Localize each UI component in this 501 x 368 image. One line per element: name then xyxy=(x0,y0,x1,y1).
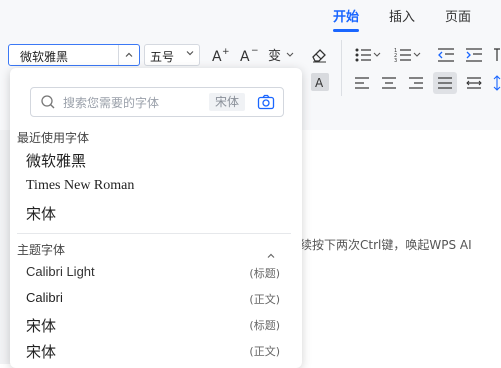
line-spacing-icon[interactable] xyxy=(492,73,501,93)
tab-home[interactable]: 开始 xyxy=(333,6,359,25)
divider xyxy=(341,40,342,96)
font-option[interactable]: 宋体 xyxy=(26,203,56,224)
svg-text:A: A xyxy=(315,76,324,89)
font-option[interactable]: 微软雅黑 xyxy=(26,150,86,171)
svg-text:A: A xyxy=(212,49,222,63)
font-dropdown-panel: 宋体 最近使用字体 微软雅黑 Times New Roman 宋体 主题字体 C… xyxy=(10,68,302,368)
phonetic-guide-icon[interactable]: 变 xyxy=(266,45,298,65)
active-tab-indicator xyxy=(333,29,359,32)
section-divider xyxy=(17,233,291,234)
svg-text:A: A xyxy=(240,49,250,63)
font-role-tag: (标题) xyxy=(249,319,280,332)
text-direction-icon[interactable] xyxy=(492,45,501,65)
font-name-value[interactable]: 微软雅黑 xyxy=(20,48,68,65)
chevron-down-icon[interactable] xyxy=(185,48,195,61)
font-role-tag: (正文) xyxy=(249,293,280,306)
svg-text:变: 变 xyxy=(268,48,281,63)
chevron-up-icon[interactable] xyxy=(118,45,139,65)
svg-text:3: 3 xyxy=(394,58,397,63)
recent-fonts-heading: 最近使用字体 xyxy=(17,131,90,145)
theme-fonts-heading: 主题字体 xyxy=(17,243,66,257)
eraser-icon[interactable] xyxy=(309,45,329,65)
tab-page[interactable]: 页面 xyxy=(445,6,471,25)
font-role-tag: (正文) xyxy=(249,345,280,358)
svg-text:+: + xyxy=(222,47,230,57)
font-option[interactable]: Calibri xyxy=(26,290,63,305)
numbered-list-icon[interactable]: 123 xyxy=(394,45,422,65)
font-option[interactable]: 宋体 xyxy=(26,315,56,336)
align-right-icon[interactable] xyxy=(406,73,426,93)
justify-icon[interactable] xyxy=(433,72,457,94)
font-search-box[interactable]: 宋体 xyxy=(30,87,284,117)
svg-text:−: − xyxy=(251,47,258,56)
tab-insert[interactable]: 插入 xyxy=(389,6,415,25)
camera-icon[interactable] xyxy=(257,94,275,114)
ai-hint-text: 续按下两次Ctrl键，唤起WPS AI xyxy=(300,238,472,252)
chevron-up-icon[interactable] xyxy=(266,246,276,265)
font-option[interactable]: 宋体 xyxy=(26,341,56,362)
bullet-list-icon[interactable] xyxy=(354,45,382,65)
font-role-tag: (标题) xyxy=(249,267,280,280)
character-shading-icon[interactable]: A xyxy=(311,73,329,91)
font-size-combobox[interactable]: 五号 xyxy=(144,44,200,66)
font-size-value[interactable]: 五号 xyxy=(150,48,174,65)
align-center-icon[interactable] xyxy=(379,73,399,93)
font-name-combobox[interactable]: 微软雅黑 xyxy=(8,44,140,66)
align-left-icon[interactable] xyxy=(352,73,372,93)
grow-font-icon[interactable]: A + xyxy=(211,45,231,65)
increase-indent-icon[interactable] xyxy=(464,45,484,65)
search-icon xyxy=(40,94,56,114)
font-option[interactable]: Times New Roman xyxy=(26,178,134,194)
font-search-input[interactable] xyxy=(61,93,205,113)
distributed-align-icon[interactable] xyxy=(464,73,484,93)
search-scope-tag[interactable]: 宋体 xyxy=(209,93,245,111)
font-option[interactable]: Calibri Light xyxy=(26,264,95,279)
decrease-indent-icon[interactable] xyxy=(436,45,456,65)
shrink-font-icon[interactable]: A − xyxy=(239,45,259,65)
